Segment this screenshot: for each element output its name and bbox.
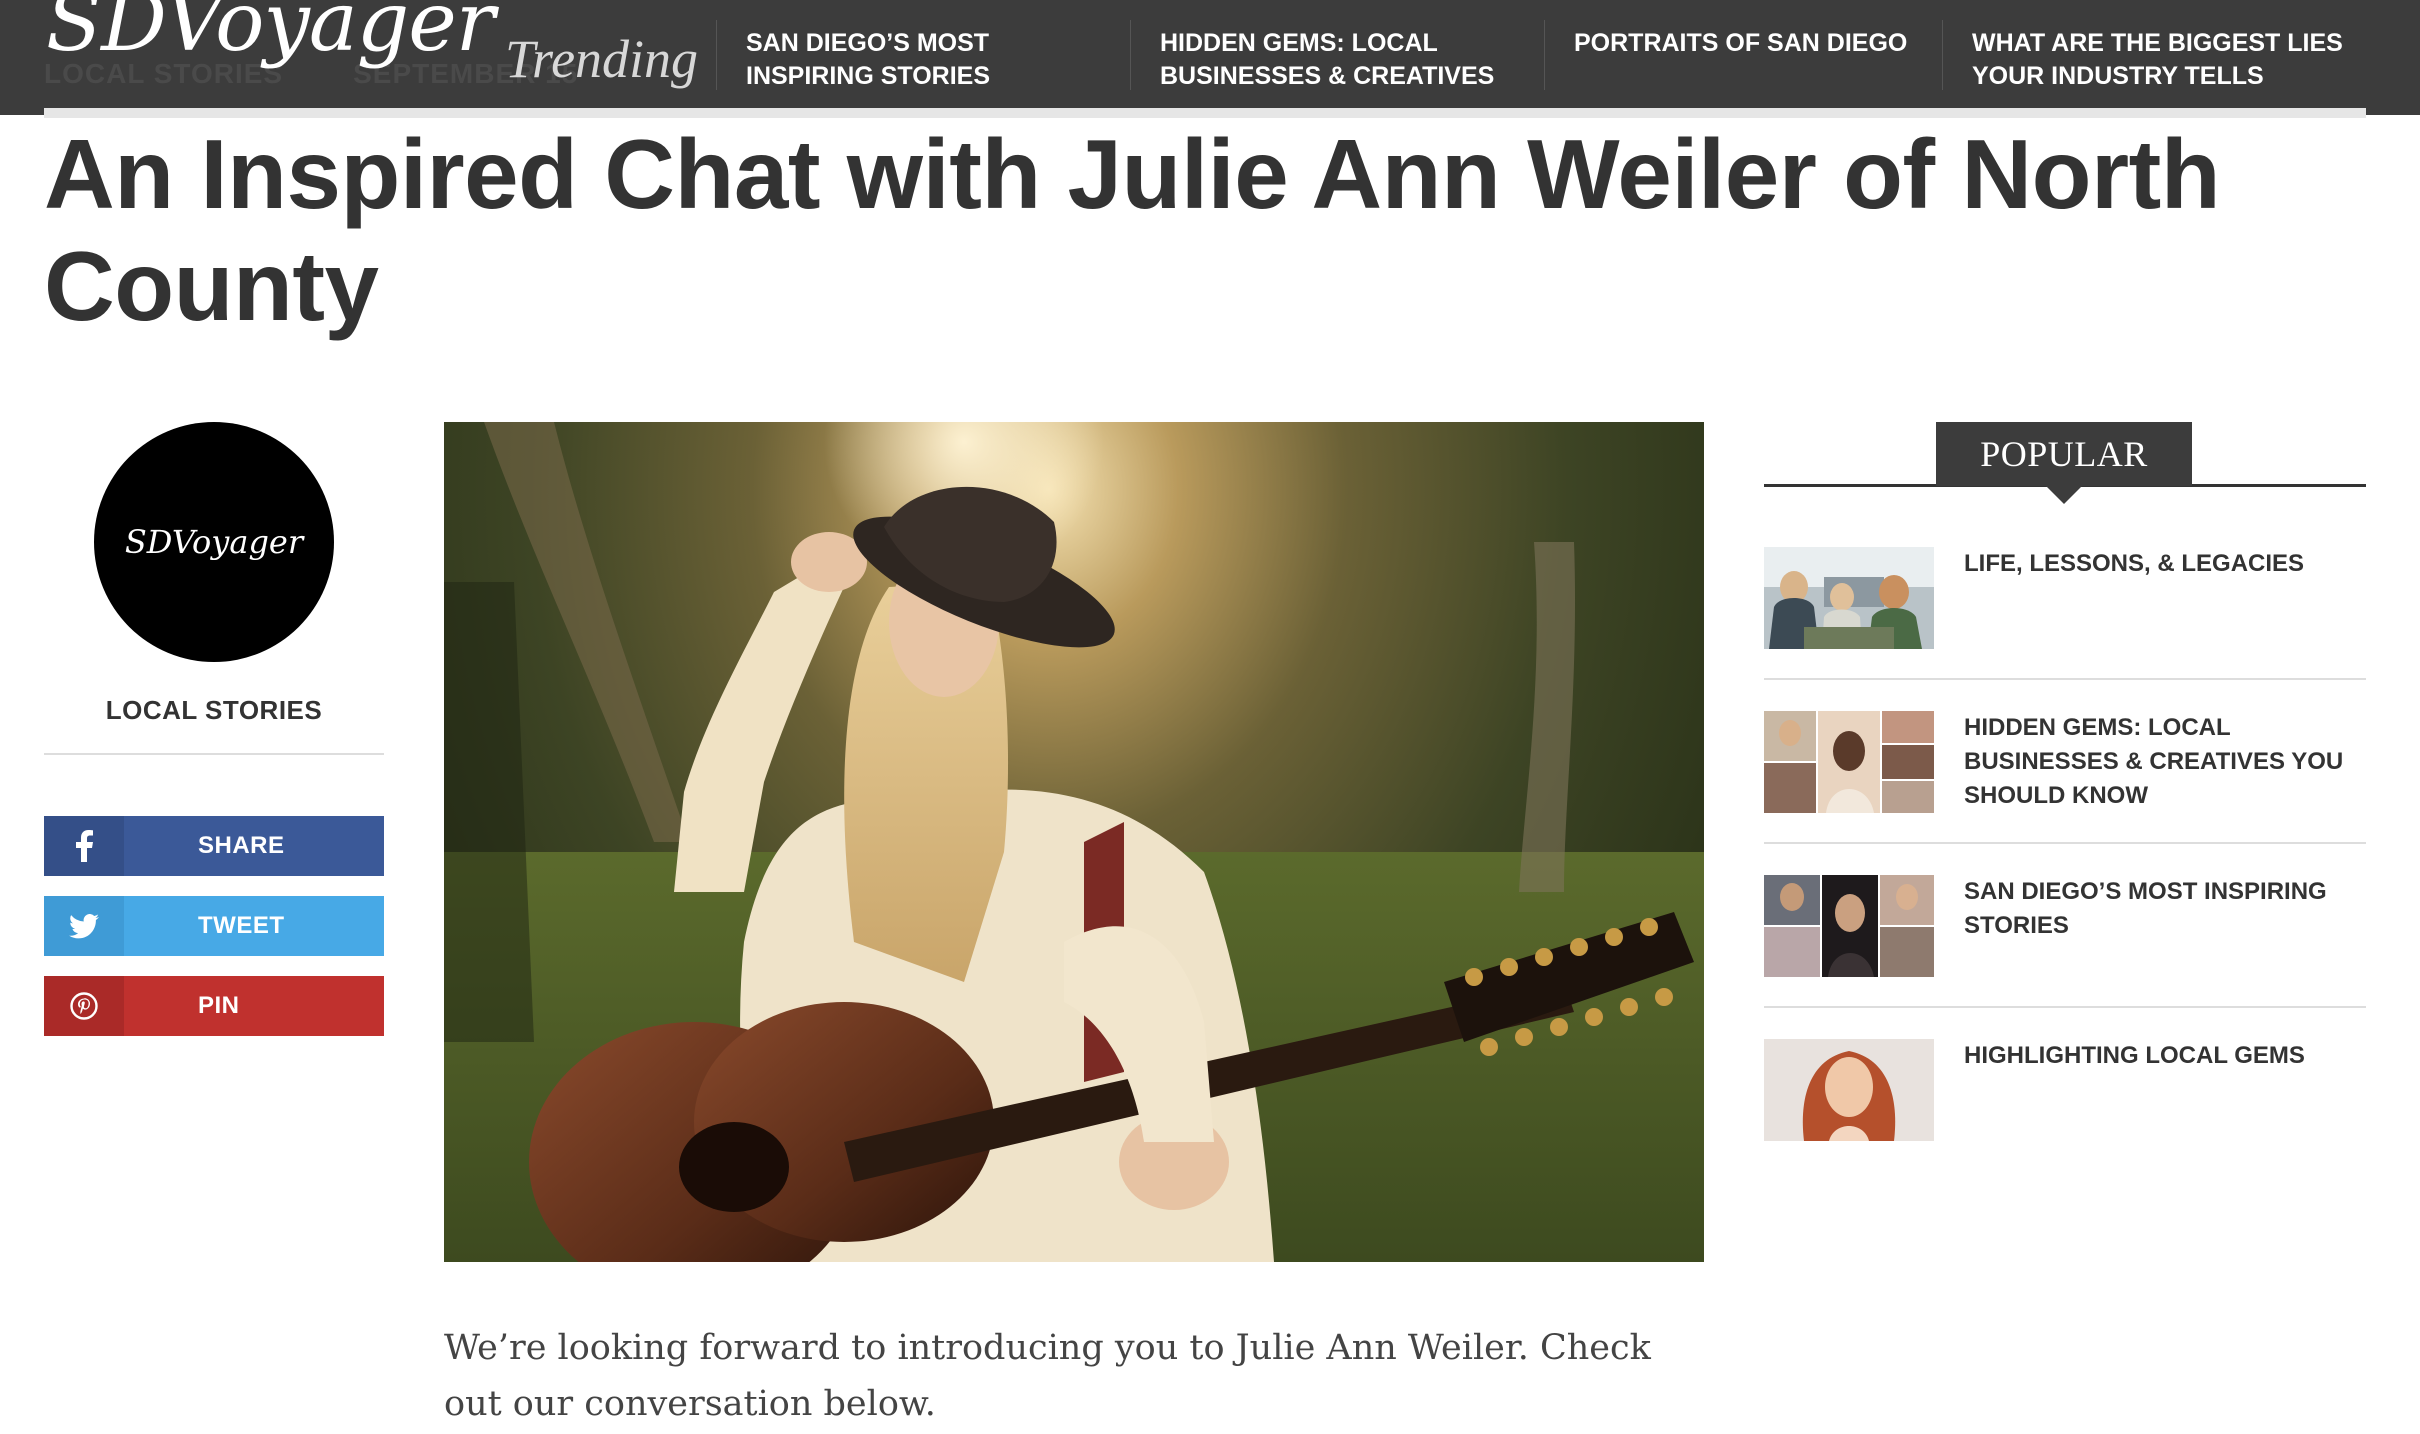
divider	[1764, 842, 2366, 844]
divider	[1130, 20, 1131, 90]
trending-link-inspiring-stories[interactable]: SAN DIEGO’S MOST INSPIRING STORIES	[746, 27, 1046, 93]
popular-heading: POPULAR	[1936, 422, 2192, 486]
popular-thumbnail[interactable]	[1764, 1039, 1934, 1141]
avatar-text: SDVoyager	[124, 523, 304, 561]
popular-item-title[interactable]: HIDDEN GEMS: LOCAL BUSINESSES & CREATIVE…	[1964, 711, 2366, 813]
divider	[716, 20, 717, 90]
site-logo[interactable]: SDVoyager	[46, 0, 495, 72]
share-label: SHARE	[198, 832, 285, 859]
divider	[1544, 20, 1545, 90]
pin-label: PIN	[198, 992, 240, 1019]
top-navigation-bar: LOCAL STORIES SEPTEMBER 15 SDVoyager Tren…	[0, 0, 2420, 115]
pinterest-pin-button[interactable]: PIN	[44, 976, 384, 1036]
popular-thumbnail[interactable]	[1764, 711, 1934, 813]
trending-link-industry-lies[interactable]: WHAT ARE THE BIGGEST LIES YOUR INDUSTRY …	[1972, 27, 2372, 93]
title-strip	[44, 108, 2366, 118]
trending-link-hidden-gems[interactable]: HIDDEN GEMS: LOCAL BUSINESSES & CREATIVE…	[1160, 27, 1520, 93]
tweet-label: TWEET	[198, 912, 285, 939]
twitter-icon	[44, 896, 124, 956]
popular-thumbnail[interactable]	[1764, 547, 1934, 649]
divider	[1764, 1006, 2366, 1008]
popular-item-life-lessons[interactable]: LIFE, LESSONS, & LEGACIES	[1764, 547, 2366, 711]
divider	[1942, 20, 1943, 90]
trending-label: Trending	[505, 29, 699, 89]
author-avatar[interactable]: SDVoyager	[94, 422, 334, 662]
hero-image-musician-with-guitar	[444, 422, 1704, 1262]
divider	[1764, 678, 2366, 680]
popular-item-local-gems[interactable]: HIGHLIGHTING LOCAL GEMS	[1764, 1039, 2366, 1203]
article-intro: We’re looking forward to introducing you…	[444, 1328, 1651, 1424]
facebook-icon	[44, 816, 124, 876]
popular-item-title[interactable]: SAN DIEGO’S MOST INSPIRING STORIES	[1964, 875, 2366, 943]
facebook-share-button[interactable]: SHARE	[44, 816, 384, 876]
author-category-link[interactable]: LOCAL STORIES	[44, 695, 384, 726]
trending-link-portraits[interactable]: PORTRAITS OF SAN DIEGO	[1574, 27, 1934, 60]
hero-illustration	[444, 422, 1704, 1262]
pinterest-icon	[44, 976, 124, 1036]
popular-item-inspiring-stories[interactable]: SAN DIEGO’S MOST INSPIRING STORIES	[1764, 875, 2366, 1039]
popular-item-hidden-gems[interactable]: HIDDEN GEMS: LOCAL BUSINESSES & CREATIVE…	[1764, 711, 2366, 875]
popular-heading-label: POPULAR	[1980, 434, 2148, 474]
popular-item-title[interactable]: HIGHLIGHTING LOCAL GEMS	[1964, 1039, 2366, 1073]
article-title: An Inspired Chat with Julie Ann Weiler o…	[44, 119, 2221, 341]
popular-heading-arrow	[2046, 486, 2082, 504]
popular-thumbnail[interactable]	[1764, 875, 1934, 977]
divider	[44, 753, 384, 755]
twitter-tweet-button[interactable]: TWEET	[44, 896, 384, 956]
popular-item-title[interactable]: LIFE, LESSONS, & LEGACIES	[1964, 547, 2366, 581]
